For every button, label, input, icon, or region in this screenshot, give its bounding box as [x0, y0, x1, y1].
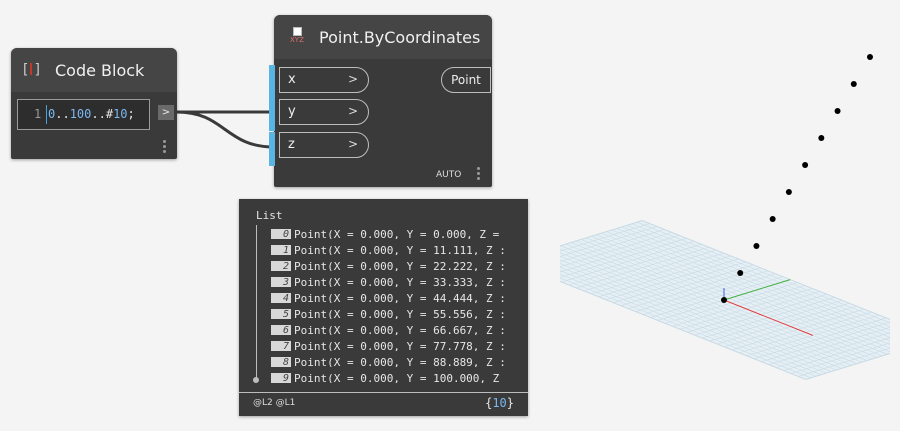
list-item-index: 2 [271, 261, 291, 271]
list-item: 2 Point(X = 0.000, Y = 22.222, Z : [271, 255, 526, 271]
input-port-label: x [288, 72, 296, 87]
wire-to-z[interactable] [176, 110, 275, 149]
input-port-x[interactable]: x > [279, 67, 369, 93]
code-token: 10 [113, 107, 128, 121]
list-item-index: 1 [271, 245, 291, 255]
list-item-value: Point(X = 0.000, Y = 77.778, Z : [294, 340, 506, 351]
point-marker [769, 216, 776, 222]
list-item-index: 7 [271, 341, 291, 351]
list-item: 1 Point(X = 0.000, Y = 11.111, Z : [271, 239, 526, 255]
point-marker [802, 162, 809, 168]
3d-background-preview[interactable] [560, 40, 890, 425]
list-item-index: 9 [271, 373, 291, 383]
point-marker [818, 135, 825, 141]
code-editor[interactable]: 1 0..100..#10; [17, 99, 150, 130]
count-value: 10 [492, 396, 507, 410]
list-item: 3 Point(X = 0.000, Y = 33.333, Z : [271, 271, 526, 287]
list-item: 8 Point(X = 0.000, Y = 88.889, Z : [271, 351, 526, 367]
list-tree-end-dot [253, 377, 259, 383]
list-item-value: Point(X = 0.000, Y = 22.222, Z : [294, 260, 506, 271]
input-port-label: z [288, 137, 295, 152]
input-port-tab-x[interactable] [269, 65, 275, 99]
code-token: .. [55, 107, 70, 121]
point-marker [867, 54, 873, 60]
editor-gutter-line [46, 105, 47, 124]
code-token: .. [91, 107, 106, 121]
list-item-value: Point(X = 0.000, Y = 66.667, Z : [294, 324, 506, 335]
list-item-index: 0 [271, 229, 291, 239]
list-item-index: 5 [271, 309, 291, 319]
list-item-value: Point(X = 0.000, Y = 11.111, Z : [294, 244, 506, 255]
chevron-right-icon: > [347, 104, 358, 118]
list-item-index: 4 [271, 293, 291, 303]
code-token: # [105, 107, 114, 121]
list-item-value: Point(X = 0.000, Y = 44.444, Z : [294, 292, 506, 303]
list-item-value: Point(X = 0.000, Y = 55.556, Z : [294, 308, 506, 319]
output-port-point[interactable]: Point [441, 67, 491, 93]
code-token: 100 [69, 107, 92, 121]
chevron-right-icon: > [347, 72, 358, 86]
input-port-y[interactable]: y > [279, 99, 369, 125]
xyz-icon-label: XYZ [290, 36, 304, 44]
code-token: ; [127, 107, 135, 121]
list-item-index: 8 [271, 357, 291, 367]
point-marker [834, 108, 841, 114]
point-marker [721, 297, 727, 303]
code-block-icon: [] [21, 62, 42, 78]
list-item-value: Point(X = 0.000, Y = 33.333, Z : [294, 276, 506, 287]
list-item-value: Point(X = 0.000, Y = 0.000, Z = [294, 228, 500, 239]
watch-footer: @L2 @L1 {10} [239, 392, 528, 416]
point-marker [785, 189, 792, 195]
input-port-label: y [288, 104, 296, 119]
chevron-right-icon: > [347, 137, 358, 151]
point-node-title: Point.ByCoordinates [319, 28, 481, 47]
point-marker [753, 243, 760, 249]
code-text: 0..100..#10; [48, 100, 135, 129]
more-options-icon[interactable] [163, 140, 166, 155]
list-item-value: Point(X = 0.000, Y = 88.889, Z : [294, 356, 506, 367]
list-label: List [256, 209, 283, 222]
count-brace: } [506, 396, 514, 410]
list-item-index: 6 [271, 325, 291, 335]
point-node-header[interactable]: XYZ Point.ByCoordinates [274, 15, 492, 59]
code-block-node[interactable]: [] Code Block 1 0..100..#10; > [11, 48, 177, 159]
code-block-output-port[interactable]: > [158, 105, 174, 120]
point-marker [737, 270, 744, 276]
input-port-tab-y[interactable] [269, 97, 275, 131]
list-item-value: Point(X = 0.000, Y = 100.000, Z [294, 372, 500, 383]
list-tree-line [256, 225, 257, 379]
more-options-icon[interactable] [477, 167, 480, 182]
point-by-coordinates-node[interactable]: XYZ Point.ByCoordinates x > y > z > Poin… [269, 15, 492, 187]
list-item: 7 Point(X = 0.000, Y = 77.778, Z : [271, 335, 526, 351]
line-number: 1 [34, 107, 42, 121]
xyz-point-icon: XYZ [290, 27, 304, 53]
list-item: 6 Point(X = 0.000, Y = 66.667, Z : [271, 319, 526, 335]
list-item: 9 Point(X = 0.000, Y = 100.000, Z [271, 367, 526, 383]
list-item: 4 Point(X = 0.000, Y = 44.444, Z : [271, 287, 526, 303]
list-item: 0 Point(X = 0.000, Y = 0.000, Z = [271, 223, 526, 239]
watch-preview-panel[interactable]: List 0 Point(X = 0.000, Y = 0.000, Z = 1 Po… [239, 199, 528, 416]
input-port-tab-z[interactable] [269, 132, 275, 166]
list-item: 5 Point(X = 0.000, Y = 55.556, Z : [271, 303, 526, 319]
list-item-index: 3 [271, 277, 291, 287]
point-marker [850, 81, 857, 87]
input-port-z[interactable]: z > [279, 132, 369, 158]
list-levels-label[interactable]: @L2 @L1 [253, 398, 295, 408]
list-count: {10} [485, 396, 514, 410]
lacing-label[interactable]: AUTO [436, 170, 461, 180]
code-block-title: Code Block [55, 61, 145, 80]
code-block-header[interactable]: [] Code Block [11, 48, 177, 92]
